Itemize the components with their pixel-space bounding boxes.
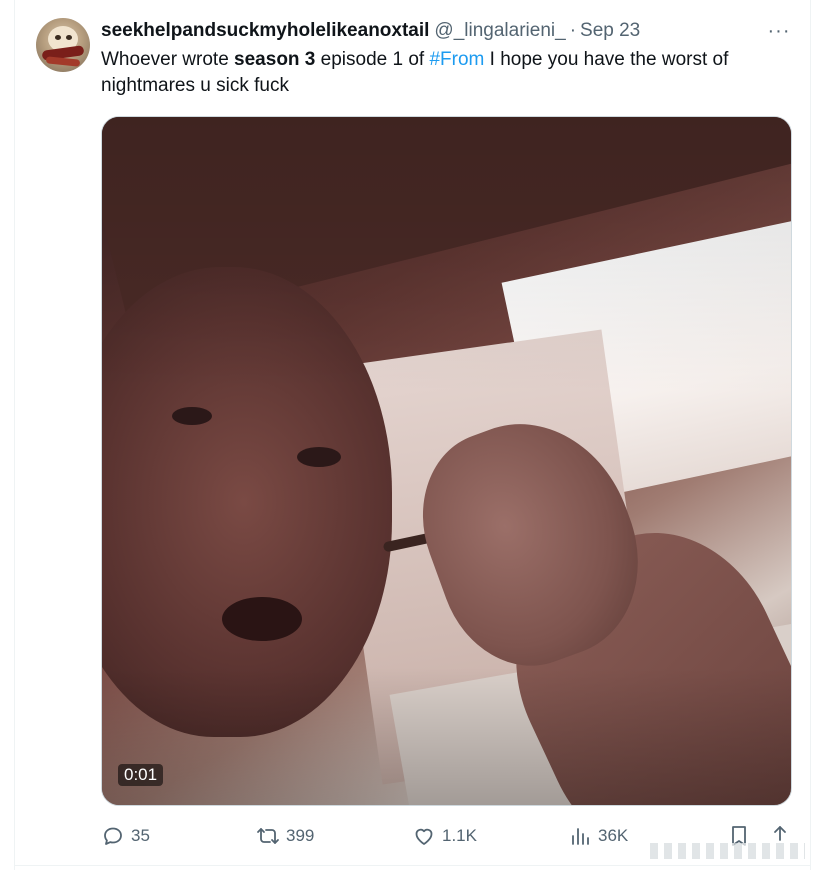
hashtag-link[interactable]: #From — [429, 49, 484, 70]
tweet-text-bold: season 3 — [234, 49, 316, 70]
retweet-button[interactable]: 399 — [256, 822, 314, 850]
tweet-text-part: episode 1 of — [315, 49, 430, 70]
retweet-count: 399 — [286, 826, 315, 845]
views-count: 36K — [598, 826, 629, 845]
reply-count: 35 — [131, 826, 150, 845]
tweet-header: seekhelpandsuckmyholelikeanoxtail @_ling… — [101, 19, 640, 43]
card-border-left — [14, 0, 15, 870]
user-handle[interactable]: @_lingalarieni_ — [434, 20, 565, 42]
video-duration-badge: 0:01 — [118, 764, 164, 786]
like-button[interactable]: 1.1K — [412, 822, 477, 850]
tweet-text: Whoever wrote season 3 episode 1 of #Fro… — [101, 47, 791, 99]
views-chart-icon — [572, 828, 589, 845]
reply-button[interactable]: 35 — [101, 822, 150, 850]
views-button[interactable]: 36K — [568, 822, 628, 850]
card-border-bottom — [14, 865, 811, 866]
like-count: 1.1K — [442, 826, 477, 845]
tweet-text-part: Whoever wrote — [101, 49, 235, 70]
more-icon[interactable]: ··· — [764, 20, 794, 42]
video-player[interactable] — [101, 116, 792, 806]
heart-icon — [415, 828, 433, 845]
separator-dot: · — [569, 20, 577, 41]
avatar[interactable] — [36, 18, 90, 72]
retweet-icon — [257, 828, 279, 844]
display-name[interactable]: seekhelpandsuckmyholelikeanoxtail — [101, 20, 429, 42]
overlay-watermark — [650, 843, 805, 859]
tweet-date[interactable]: Sep 23 — [580, 20, 640, 42]
reply-icon — [104, 827, 122, 845]
card-border-right — [810, 0, 811, 870]
